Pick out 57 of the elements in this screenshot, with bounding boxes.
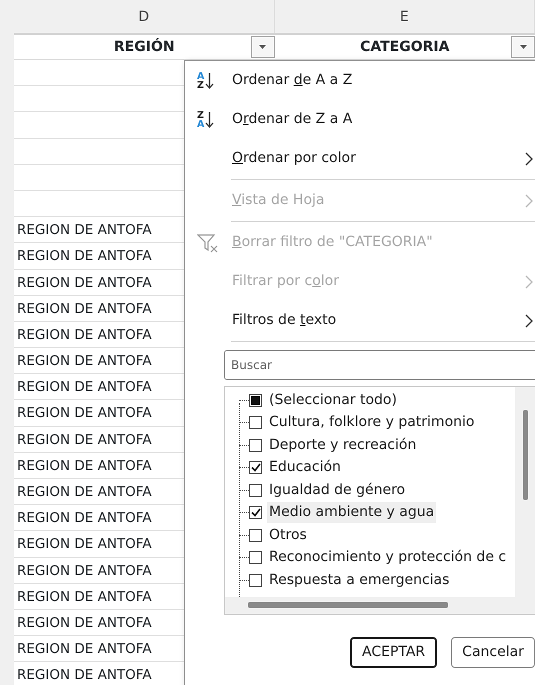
table-cell: REGION DE ANTOFA — [17, 379, 152, 396]
menu-item[interactable]: Filtros de texto — [232, 310, 336, 331]
table-cell: REGION DE ANTOFA — [17, 536, 152, 552]
filter-dropdown-button[interactable] — [250, 36, 274, 58]
table-cell: REGION DE ANTOFA — [17, 222, 152, 238]
list-item[interactable]: (Seleccionar todo) — [267, 390, 399, 411]
checkbox[interactable] — [249, 574, 262, 587]
column-heading: REGIÓN — [114, 37, 175, 56]
list-item[interactable]: Educación — [267, 457, 343, 478]
table-cell: REGION DE ANTOFA — [17, 588, 152, 605]
list-item[interactable]: Deporte y recreación — [267, 434, 418, 456]
caret-icon — [518, 44, 528, 50]
table-cell: REGION DE ANTOFA — [17, 562, 152, 579]
list-item[interactable]: Medio ambiente y agua — [267, 502, 436, 524]
list-item[interactable]: Reconocimiento y protección de c — [267, 547, 508, 568]
table-cell: REGION DE ANTOFA — [17, 667, 152, 684]
filter-dropdown-button[interactable] — [511, 36, 535, 58]
table-cell: REGION DE ANTOFA — [17, 353, 152, 370]
table-cell: REGION DE ANTOFA — [17, 458, 152, 474]
checkbox[interactable] — [249, 484, 262, 497]
menu-item[interactable]: Ordenar de Z a A — [232, 109, 352, 130]
menu-item[interactable]: Ordenar de A a Z — [232, 70, 352, 91]
table-cell: REGION DE ANTOFA — [17, 510, 152, 526]
checkbox[interactable] — [249, 551, 262, 564]
checkbox[interactable] — [249, 438, 262, 452]
column-heading: CATEGORIA — [360, 38, 450, 56]
table-cell: REGION DE ANTOFA — [17, 432, 152, 448]
chevron-icon — [525, 274, 533, 288]
list-item[interactable]: Respuesta a emergencias — [267, 570, 452, 591]
list-item[interactable]: Otros — [267, 524, 309, 546]
table-cell: REGION DE ANTOFA — [17, 641, 152, 658]
search-field[interactable]: Buscar — [224, 350, 535, 380]
table-cell: REGION DE ANTOFA — [17, 484, 152, 500]
chevron-icon — [525, 314, 533, 328]
scrollbar-thumb[interactable] — [248, 602, 448, 608]
list-item[interactable]: Igualdad de género — [267, 480, 408, 501]
list-item[interactable]: Cultura, folklore y patrimonio — [267, 412, 476, 434]
checkbox[interactable] — [249, 461, 262, 474]
table-cell: REGION DE ANTOFA — [17, 300, 152, 317]
cancel-button[interactable]: Cancelar — [451, 637, 535, 668]
table-cell: REGION DE ANTOFA — [17, 248, 152, 264]
chevron-icon — [525, 152, 533, 166]
clear-filter-icon — [197, 232, 219, 252]
menu-item[interactable]: Ordenar por color — [232, 148, 356, 169]
table-cell: REGION DE ANTOFA — [17, 614, 152, 631]
table-cell: REGION DE ANTOFA — [17, 405, 152, 422]
chevron-icon — [525, 194, 533, 208]
checkbox[interactable] — [249, 506, 262, 520]
table-cell: REGION DE ANTOFA — [17, 274, 152, 290]
ok-button[interactable]: ACEPTAR — [350, 637, 438, 668]
caret-icon — [258, 44, 267, 50]
checkbox[interactable] — [249, 416, 262, 430]
scrollbar-thumb[interactable] — [523, 410, 528, 500]
checkbox[interactable] — [249, 528, 262, 542]
column-letter: D — [14, 0, 274, 33]
column-letter: E — [274, 0, 535, 33]
table-cell: REGION DE ANTOFA — [17, 326, 152, 343]
